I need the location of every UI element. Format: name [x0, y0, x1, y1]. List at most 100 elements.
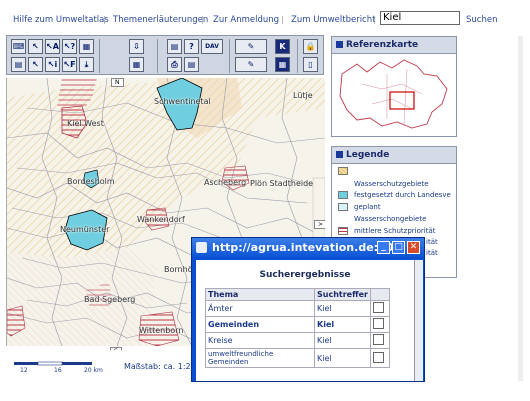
- map-label-aschberg: Ascheberg: [204, 178, 247, 187]
- table-row: Ämter Kiel: [205, 300, 390, 317]
- close-button[interactable]: ✕: [407, 241, 420, 254]
- pointer-icon[interactable]: ↖: [28, 57, 43, 72]
- nav-link-hilfe[interactable]: Hilfe zum Umweltatlas: [13, 15, 109, 25]
- row-thema: Kreise: [205, 332, 315, 349]
- row-checkbox[interactable]: [372, 302, 384, 313]
- draw-area-icon[interactable]: ✎: [235, 57, 267, 72]
- minimize-button[interactable]: _: [377, 241, 390, 254]
- page-icon[interactable]: ▤: [184, 57, 199, 72]
- save-icon[interactable]: ▤: [167, 39, 182, 54]
- scale-label: Maßstab: ca. 1:2: [124, 362, 191, 371]
- lock-icon[interactable]: 🔒: [303, 39, 318, 54]
- referenzkarte-panel: Referenzkarte: [331, 36, 457, 137]
- text-tool-icon[interactable]: ⌨: [11, 39, 26, 54]
- legend-label: Wasserschutzgebiete: [354, 180, 429, 188]
- map-label-neumuenster: Neumünster: [60, 225, 110, 234]
- map-label-ploen: Plön Stadtheide: [250, 179, 314, 188]
- map-toolbar: ⌨ ↖ ↖A ↖? ▦ ▤ ↖ ↖i ↖F ⤓ ⇩ ▦ ▤ ? DAV ⎙ ▤ …: [6, 35, 324, 75]
- window-content: Sucherergebnisse Thema Suchtreffer Ämter…: [196, 260, 414, 381]
- k-icon[interactable]: K: [275, 39, 290, 54]
- search-results-window: http://agrua.intevation.de:80 _ □ ✕ Such…: [191, 237, 425, 382]
- referenzkarte-title: Referenzkarte: [346, 40, 419, 50]
- row-checkbox[interactable]: [372, 334, 384, 345]
- select-a-icon[interactable]: ↖A: [45, 39, 60, 54]
- grid-icon[interactable]: ▦: [129, 57, 144, 72]
- window-scrollbar[interactable]: [414, 260, 423, 381]
- nav-link-anmeldung[interactable]: Zur Anmeldung: [213, 15, 279, 25]
- unlock-icon[interactable]: ▯: [303, 57, 318, 72]
- col-header-suchtreffer: Suchtreffer: [314, 288, 371, 301]
- legend-swatch-blue: [338, 191, 348, 199]
- info-icon[interactable]: ↖i: [45, 57, 60, 72]
- table-row: umweltfreundliche Gemeinden Kiel: [205, 348, 390, 368]
- legende-header: Legende: [332, 147, 456, 164]
- scale-tick: 12: [20, 367, 28, 374]
- top-nav: Hilfe zum Umweltatlas | Themenerläuterun…: [0, 0, 530, 32]
- row-treffer[interactable]: Kiel: [314, 348, 371, 368]
- map-label-wankendorf: Wankendorf: [137, 215, 185, 224]
- results-heading: Sucherergebnisse: [259, 270, 351, 280]
- pattern-icon[interactable]: ▦: [275, 57, 290, 72]
- scale-tick: 20 km: [84, 367, 103, 374]
- page-scrollbar[interactable]: [518, 36, 523, 381]
- row-thema: umweltfreundliche Gemeinden: [205, 348, 315, 368]
- layer-icon[interactable]: ▦: [79, 39, 94, 54]
- scale-tick: 16: [54, 367, 62, 374]
- referenzkarte-header: Referenzkarte: [332, 37, 456, 54]
- col-header-thema: Thema: [205, 288, 315, 301]
- table-row: Kreise Kiel: [205, 332, 390, 349]
- export-icon[interactable]: ⇩: [129, 39, 144, 54]
- map-label-bornhoeved: Bornhö: [164, 265, 193, 274]
- dav-icon[interactable]: DAV: [201, 39, 223, 54]
- nav-link-themen[interactable]: Themenerläuterungen: [113, 15, 208, 25]
- row-checkbox[interactable]: [372, 351, 384, 363]
- map-label-schwentinetal: Schwentinetal: [154, 97, 211, 106]
- legend-label: Wasserschongebiete: [354, 215, 427, 223]
- map-label-kiel-west: Kiel West: [67, 119, 104, 128]
- map-label-bad-segeberg: Bad Sgeberg: [84, 295, 136, 304]
- print-icon[interactable]: ⎙: [167, 57, 182, 72]
- row-treffer[interactable]: Kiel: [314, 332, 371, 349]
- reference-map[interactable]: [332, 54, 456, 137]
- toolbar-divider: [229, 39, 230, 73]
- legend-label: festgesetzt durch Landesve: [354, 191, 451, 199]
- legende-title: Legende: [346, 150, 390, 160]
- select-arrow-icon[interactable]: ↖: [28, 39, 43, 54]
- panel-bullet-icon: [336, 151, 343, 158]
- row-thema: Gemeinden: [205, 316, 315, 333]
- maximize-button[interactable]: □: [392, 241, 405, 254]
- legend-swatch-lightblue: [338, 203, 348, 211]
- map-label-luetjen: Lütje: [293, 91, 313, 100]
- panel-bullet-icon: [336, 41, 343, 48]
- legend-label: mittlere Schutzpriorität: [354, 227, 436, 235]
- search-input[interactable]: Kiel: [380, 11, 460, 25]
- nav-link-umweltbericht[interactable]: Zum Umweltbericht: [291, 15, 375, 25]
- draw-line-icon[interactable]: ✎: [235, 39, 267, 54]
- row-thema: Ämter: [205, 300, 315, 317]
- toolbar-divider: [157, 39, 158, 73]
- nav-separator: |: [201, 15, 204, 24]
- help-icon[interactable]: ?: [184, 39, 199, 54]
- row-treffer[interactable]: Kiel: [314, 300, 371, 317]
- pan-north-button[interactable]: N: [111, 78, 124, 87]
- search-button[interactable]: Suchen: [466, 15, 497, 25]
- row-checkbox[interactable]: [372, 318, 384, 329]
- legend-label: ität: [426, 238, 438, 246]
- legend-swatch-yellow-hatch: [338, 167, 348, 175]
- window-title: http://agrua.intevation.de:80: [212, 241, 394, 254]
- map-label-wittenborn: Wittenborn: [139, 326, 184, 335]
- window-titlebar[interactable]: http://agrua.intevation.de:80 _ □ ✕: [192, 238, 424, 257]
- col-header-select: [369, 288, 390, 301]
- table-row: Gemeinden Kiel: [205, 316, 390, 333]
- browser-window-icon: [196, 242, 207, 253]
- nav-separator: |: [281, 15, 284, 24]
- toolbar-divider: [297, 39, 298, 73]
- nav-separator: |: [103, 15, 106, 24]
- row-treffer[interactable]: Kiel: [314, 316, 371, 333]
- download-icon[interactable]: ⤓: [79, 57, 94, 72]
- query-icon[interactable]: ↖?: [62, 39, 77, 54]
- pan-east-button[interactable]: >: [314, 220, 325, 229]
- table-icon[interactable]: ▤: [11, 57, 26, 72]
- legend-swatch-red-hatch: [338, 227, 348, 235]
- feature-icon[interactable]: ↖F: [62, 57, 77, 72]
